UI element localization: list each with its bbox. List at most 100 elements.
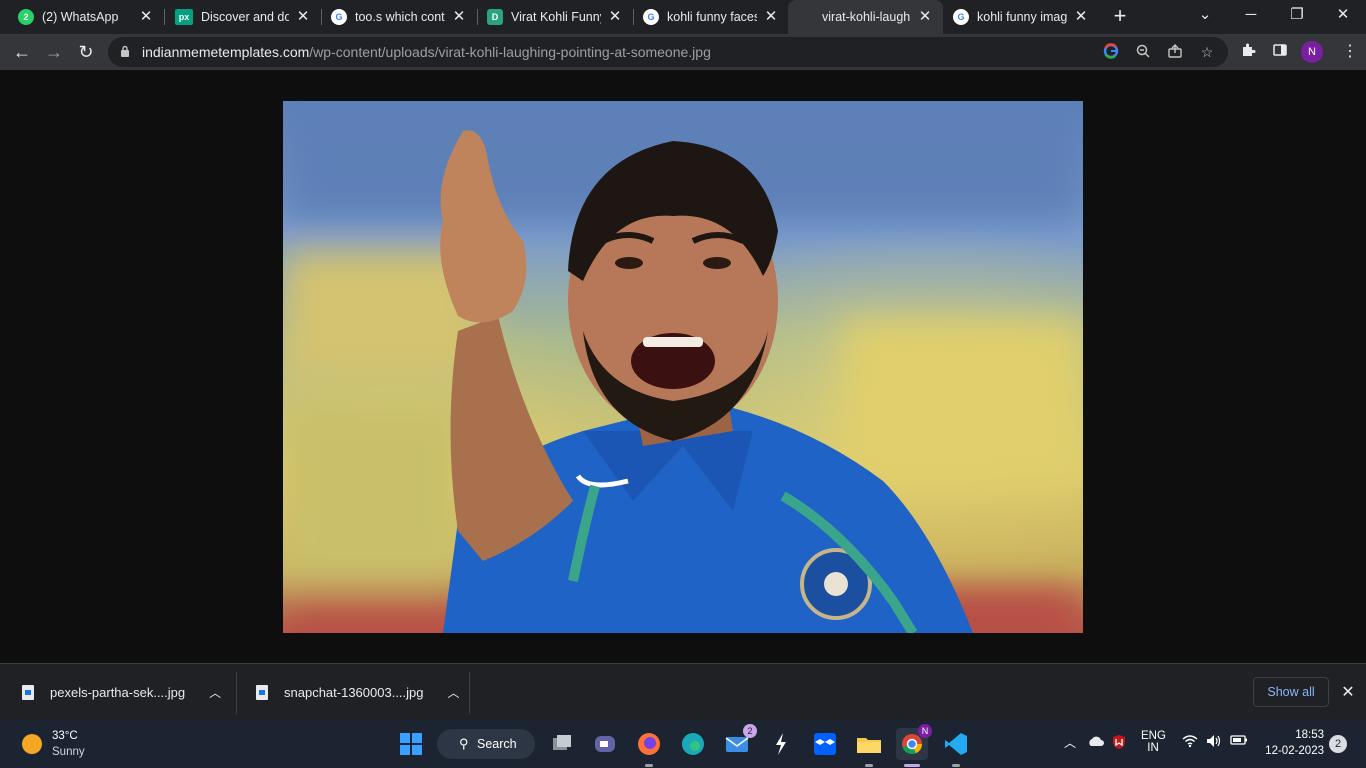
tab-title: virat-kohli-laughi — [822, 10, 911, 24]
wifi-icon[interactable] — [1182, 734, 1198, 751]
mcafee-icon[interactable] — [1111, 734, 1127, 753]
weather-condition[interactable]: Sunny — [52, 746, 85, 758]
download-item[interactable]: snapchat-1360003....jpg ︿ — [256, 664, 460, 720]
chrome-profile-badge: N — [918, 724, 932, 738]
reload-button[interactable]: ↻ — [72, 38, 100, 66]
running-indicator — [645, 764, 653, 767]
weather-temperature[interactable]: 33°C — [52, 730, 78, 742]
close-icon[interactable]: ✕ — [607, 9, 623, 25]
close-icon[interactable]: ✕ — [295, 9, 311, 25]
search-icon: ⚲ — [459, 736, 469, 751]
minimize-button[interactable]: ─ — [1228, 0, 1274, 34]
close-icon[interactable]: ✕ — [917, 9, 933, 25]
firefox-icon[interactable] — [633, 728, 665, 767]
google-icon: G — [331, 9, 347, 25]
tab-title: too.s which conta — [355, 10, 445, 24]
extensions-icon[interactable] — [1238, 42, 1258, 62]
left-eye — [615, 257, 643, 269]
profile-avatar[interactable]: N — [1301, 41, 1323, 63]
image-file-icon — [22, 684, 34, 700]
search-label: Search — [477, 737, 517, 751]
address-bar[interactable]: indianmemetemplates.com/wp-content/uploa… — [108, 37, 1228, 67]
url-text[interactable]: indianmemetemplates.com/wp-content/uploa… — [142, 44, 711, 60]
close-icon[interactable]: ✕ — [138, 9, 154, 25]
close-shelf-button[interactable]: ✕ — [1340, 682, 1356, 702]
taskbar-search[interactable]: ⚲ Search — [437, 729, 535, 759]
image-file-icon — [256, 684, 268, 700]
tab-kohli-funny-image[interactable]: G kohli funny image ✕ — [935, 0, 1099, 34]
restore-button[interactable]: ❐ — [1274, 0, 1320, 34]
language-indicator[interactable]: ENG IN — [1141, 730, 1166, 754]
vscode-icon[interactable] — [940, 728, 972, 767]
right-eye — [703, 257, 731, 269]
download-filename: snapchat-1360003....jpg — [284, 684, 424, 700]
clock-date[interactable]: 12-02-2023 — [1262, 745, 1324, 757]
google-icon[interactable] — [1102, 43, 1120, 61]
lock-icon[interactable] — [120, 45, 130, 57]
side-panel-icon[interactable] — [1270, 42, 1290, 62]
tab-title: Discover and dow — [201, 10, 289, 24]
close-icon[interactable]: ✕ — [451, 9, 467, 25]
shelf-divider — [236, 672, 237, 714]
start-button[interactable] — [395, 728, 427, 760]
tab-strip: 2 (2) WhatsApp ✕ px Discover and dow ✕ G… — [0, 0, 1366, 34]
edge-icon[interactable] — [677, 728, 709, 760]
image-viewer — [0, 70, 1366, 663]
tab-virat-kohli-funny[interactable]: D Virat Kohli Funny ✕ — [469, 0, 633, 34]
chevron-up-icon[interactable]: ︿ — [1064, 734, 1076, 751]
tab-pexels[interactable]: px Discover and dow ✕ — [157, 0, 321, 34]
window-close-button[interactable]: ✕ — [1320, 0, 1366, 34]
active-indicator — [904, 764, 920, 767]
teams-chat-icon[interactable] — [589, 728, 621, 760]
file-explorer-icon[interactable] — [853, 728, 885, 767]
zoom-out-icon[interactable] — [1134, 43, 1152, 61]
google-icon: G — [953, 9, 969, 25]
notification-badge[interactable]: 2 — [1329, 735, 1347, 753]
forward-button[interactable]: → — [40, 38, 68, 66]
pexels-icon: px — [175, 9, 193, 25]
windows-taskbar: 33°C Sunny ⚲ Search 2 N ︿ ENG IN 18:53 1… — [0, 720, 1366, 768]
share-icon[interactable] — [1166, 43, 1184, 61]
chrome-icon[interactable]: N — [896, 724, 932, 767]
task-view-icon[interactable] — [546, 728, 578, 760]
stack-app-icon[interactable] — [765, 728, 797, 760]
volume-icon[interactable] — [1206, 734, 1222, 751]
mail-badge: 2 — [743, 724, 757, 738]
dropbox-icon[interactable] — [809, 728, 841, 760]
browser-toolbar: ← → ↻ indianmemetemplates.com/wp-content… — [0, 34, 1366, 70]
onedrive-icon[interactable] — [1087, 734, 1105, 751]
tab-title: Virat Kohli Funny — [511, 10, 601, 24]
crest-center — [824, 572, 848, 596]
battery-icon[interactable] — [1230, 734, 1248, 749]
sun-icon[interactable] — [22, 734, 42, 754]
new-tab-button[interactable]: + — [1108, 5, 1132, 29]
star-icon[interactable]: ☆ — [1198, 43, 1216, 61]
running-indicator — [865, 764, 873, 767]
show-all-button[interactable]: Show all — [1253, 677, 1329, 707]
tab-search-button[interactable]: ⌄ — [1182, 0, 1228, 34]
running-indicator — [952, 764, 960, 767]
clock-time[interactable]: 18:53 — [1280, 729, 1324, 741]
close-icon[interactable]: ✕ — [1073, 9, 1089, 25]
download-item[interactable]: pexels-partha-sek....jpg ︿ — [22, 664, 221, 720]
chevron-up-icon[interactable]: ︿ — [209, 684, 221, 701]
language-code: ENG — [1141, 730, 1166, 742]
close-icon[interactable]: ✕ — [763, 9, 779, 25]
chevron-up-icon[interactable]: ︿ — [448, 684, 460, 701]
region-code: IN — [1147, 742, 1159, 754]
mail-icon[interactable]: 2 — [721, 724, 757, 760]
tab-title: (2) WhatsApp — [42, 10, 119, 24]
tab-kohli-funny-faces[interactable]: G kohli funny faces ✕ — [625, 0, 789, 34]
back-button[interactable]: ← — [8, 38, 36, 66]
url-path: /wp-content/uploads/virat-kohli-laughing… — [309, 44, 711, 60]
shelf-divider — [469, 672, 470, 714]
download-filename: pexels-partha-sek....jpg — [50, 684, 186, 700]
tab-virat-kohli-image[interactable]: virat-kohli-laughi ✕ — [788, 0, 943, 34]
menu-icon[interactable]: ⋮ — [1340, 42, 1360, 62]
whatsapp-icon: 2 — [18, 9, 34, 25]
main-photo[interactable] — [283, 101, 1083, 633]
tab-google-tools[interactable]: G too.s which conta ✕ — [313, 0, 477, 34]
teeth-shape — [643, 337, 703, 347]
tab-title: kohli funny faces — [667, 10, 757, 24]
tab-whatsapp[interactable]: 2 (2) WhatsApp ✕ — [0, 0, 164, 34]
